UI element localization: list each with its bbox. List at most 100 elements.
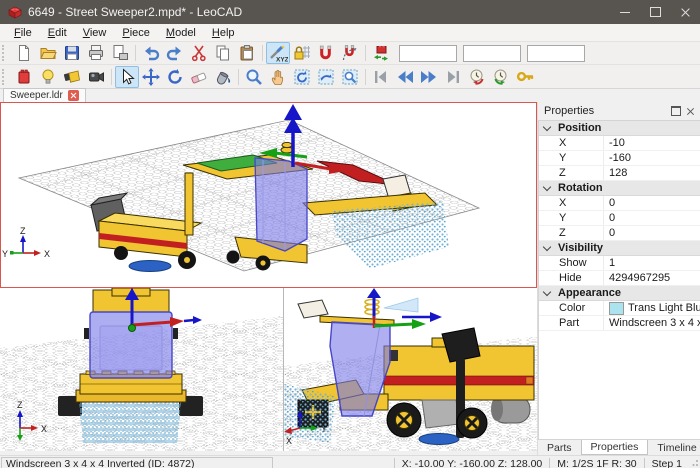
property-row: Hide4294967295 <box>539 271 700 286</box>
resize-grip[interactable] <box>689 458 699 468</box>
maximize-button[interactable] <box>640 0 670 24</box>
transform-x-input[interactable] <box>399 45 457 62</box>
status-coordinates: X: -10.00 Y: -160.00 Z: 128.00 <box>394 458 550 468</box>
rotate-tool-button[interactable] <box>163 66 187 88</box>
group-label: Rotation <box>558 182 603 194</box>
lock-snap-button[interactable] <box>290 42 314 64</box>
last-step-button[interactable] <box>441 66 465 88</box>
print-button[interactable] <box>84 42 108 64</box>
svg-text:X: X <box>44 249 50 259</box>
print-preview-button[interactable] <box>108 42 132 64</box>
toolbar-drag-handle[interactable] <box>2 45 9 61</box>
property-name: Part <box>539 317 603 329</box>
next-step-button[interactable] <box>417 66 441 88</box>
window-title: 6649 - Street Sweeper2.mpd* - LeoCAD <box>28 5 610 19</box>
property-group-appearance[interactable]: Appearance <box>539 286 700 301</box>
property-value[interactable]: Trans Light Blue <box>603 301 700 315</box>
snap-angle-button[interactable] <box>338 42 362 64</box>
property-row: X0 <box>539 196 700 211</box>
new-file-button[interactable] <box>12 42 36 64</box>
roll-view-button[interactable] <box>314 66 338 88</box>
viewport-side[interactable]: Z X Y <box>284 288 537 451</box>
property-row: Show1 <box>539 256 700 271</box>
property-value[interactable]: 1 <box>603 256 700 270</box>
viewport-perspective[interactable]: Z Y X <box>0 102 537 288</box>
menu-view[interactable]: View <box>75 26 115 40</box>
property-value[interactable]: -160 <box>603 151 700 165</box>
move-snap-xyz-button[interactable]: XYZ <box>266 42 290 64</box>
axis-indicator: Z Y X <box>2 226 50 259</box>
open-file-button[interactable] <box>36 42 60 64</box>
property-value[interactable]: 4294967295 <box>603 271 700 285</box>
menu-bar: File Edit View Piece Model Help <box>0 24 700 42</box>
toolbar-drag-handle[interactable] <box>2 69 9 85</box>
undo-button[interactable] <box>139 42 163 64</box>
property-value[interactable]: 0 <box>603 196 700 210</box>
first-step-button[interactable] <box>369 66 393 88</box>
property-value[interactable]: 0 <box>603 211 700 225</box>
collapse-chevron-icon <box>543 122 551 130</box>
property-group-rotation[interactable]: Rotation <box>539 181 700 196</box>
redo-button[interactable] <box>163 42 187 64</box>
property-group-position[interactable]: Position <box>539 121 700 136</box>
float-panel-icon[interactable] <box>669 104 683 118</box>
property-name: Color <box>539 302 603 314</box>
zoom-region-button[interactable] <box>338 66 362 88</box>
cut-button[interactable] <box>187 42 211 64</box>
leocad-window: 6649 - Street Sweeper2.mpd* - LeoCAD Fil… <box>0 0 700 468</box>
svg-text:X: X <box>286 436 292 446</box>
menu-edit[interactable]: Edit <box>40 26 75 40</box>
dock-tab-parts[interactable]: Parts <box>538 440 581 455</box>
status-bar: Windscreen 3 x 4 x 4 Inverted (ID: 4872)… <box>0 455 700 468</box>
transform-button[interactable] <box>369 42 393 64</box>
app-brick-icon <box>8 5 22 19</box>
paint-tool-button[interactable] <box>211 66 235 88</box>
svg-text:Y: Y <box>321 424 327 434</box>
close-panel-icon[interactable] <box>683 104 697 118</box>
pan-tool-button[interactable] <box>266 66 290 88</box>
tab-close-icon[interactable] <box>68 90 79 101</box>
svg-text:XYZ: XYZ <box>276 56 288 63</box>
light-button[interactable] <box>36 66 60 88</box>
menu-piece[interactable]: Piece <box>114 26 158 40</box>
save-button[interactable] <box>60 42 84 64</box>
minimize-button[interactable] <box>610 0 640 24</box>
property-value[interactable]: 0 <box>603 226 700 240</box>
zoom-tool-button[interactable] <box>242 66 266 88</box>
snap-move-button[interactable] <box>314 42 338 64</box>
viewport-front[interactable]: Z X <box>0 288 284 451</box>
svg-text:Y: Y <box>2 249 8 259</box>
property-group-visibility[interactable]: Visibility <box>539 241 700 256</box>
previous-step-button[interactable] <box>393 66 417 88</box>
camera-button[interactable] <box>84 66 108 88</box>
move-tool-button[interactable] <box>139 66 163 88</box>
copy-button[interactable] <box>211 42 235 64</box>
document-tab-sweeper[interactable]: Sweeper.ldr <box>3 88 86 102</box>
menu-file[interactable]: File <box>6 26 40 40</box>
dock-tab-timeline[interactable]: Timeline <box>648 440 700 455</box>
paste-button[interactable] <box>235 42 259 64</box>
insert-piece-button[interactable] <box>12 66 36 88</box>
select-tool-button[interactable] <box>115 66 139 88</box>
delete-tool-button[interactable] <box>187 66 211 88</box>
transform-z-input[interactable] <box>527 45 585 62</box>
property-name: Show <box>539 257 603 269</box>
close-button[interactable] <box>670 0 700 24</box>
rotate-view-button[interactable] <box>290 66 314 88</box>
panel-title: Properties <box>544 105 669 117</box>
menu-help[interactable]: Help <box>204 26 243 40</box>
property-value[interactable]: -10 <box>603 136 700 150</box>
add-keys-button[interactable] <box>513 66 537 88</box>
title-bar[interactable]: 6649 - Street Sweeper2.mpd* - LeoCAD <box>0 0 700 24</box>
time-backward-button[interactable] <box>465 66 489 88</box>
color-swatch <box>609 302 624 315</box>
menu-model[interactable]: Model <box>158 26 204 40</box>
property-value[interactable]: Windscreen 3 x 4 x 4 Inve... <box>603 316 700 330</box>
dock-tab-properties[interactable]: Properties <box>581 440 649 455</box>
spotlight-button[interactable] <box>60 66 84 88</box>
time-forward-button[interactable] <box>489 66 513 88</box>
property-value[interactable]: 128 <box>603 166 700 180</box>
transform-y-input[interactable] <box>463 45 521 62</box>
properties-panel-header[interactable]: Properties <box>538 102 700 120</box>
status-selection: Windscreen 3 x 4 x 4 Inverted (ID: 4872) <box>1 457 273 468</box>
